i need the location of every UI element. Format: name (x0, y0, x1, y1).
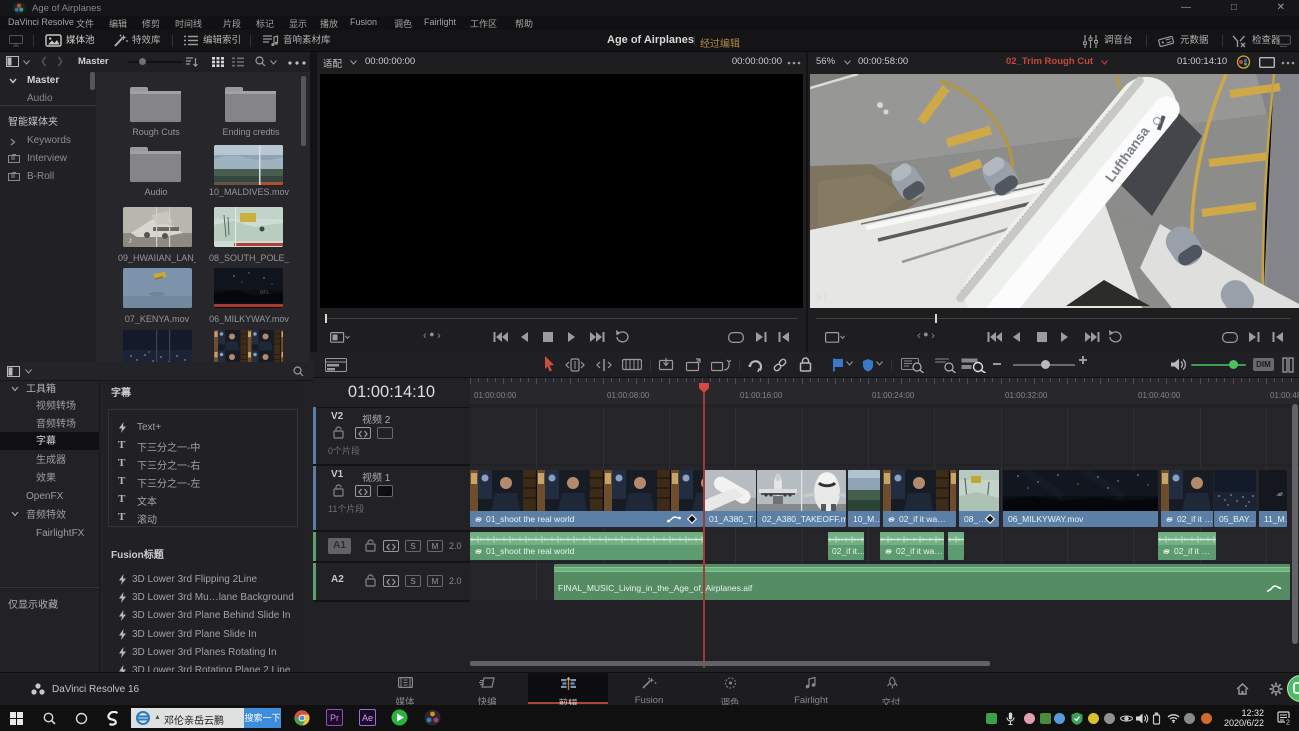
svg-text:BPL: BPL (260, 290, 270, 296)
svg-text:♪: ♪ (128, 235, 133, 245)
svg-text:2: 2 (1286, 720, 1290, 726)
svg-text:.aif: .aif (1276, 492, 1283, 498)
